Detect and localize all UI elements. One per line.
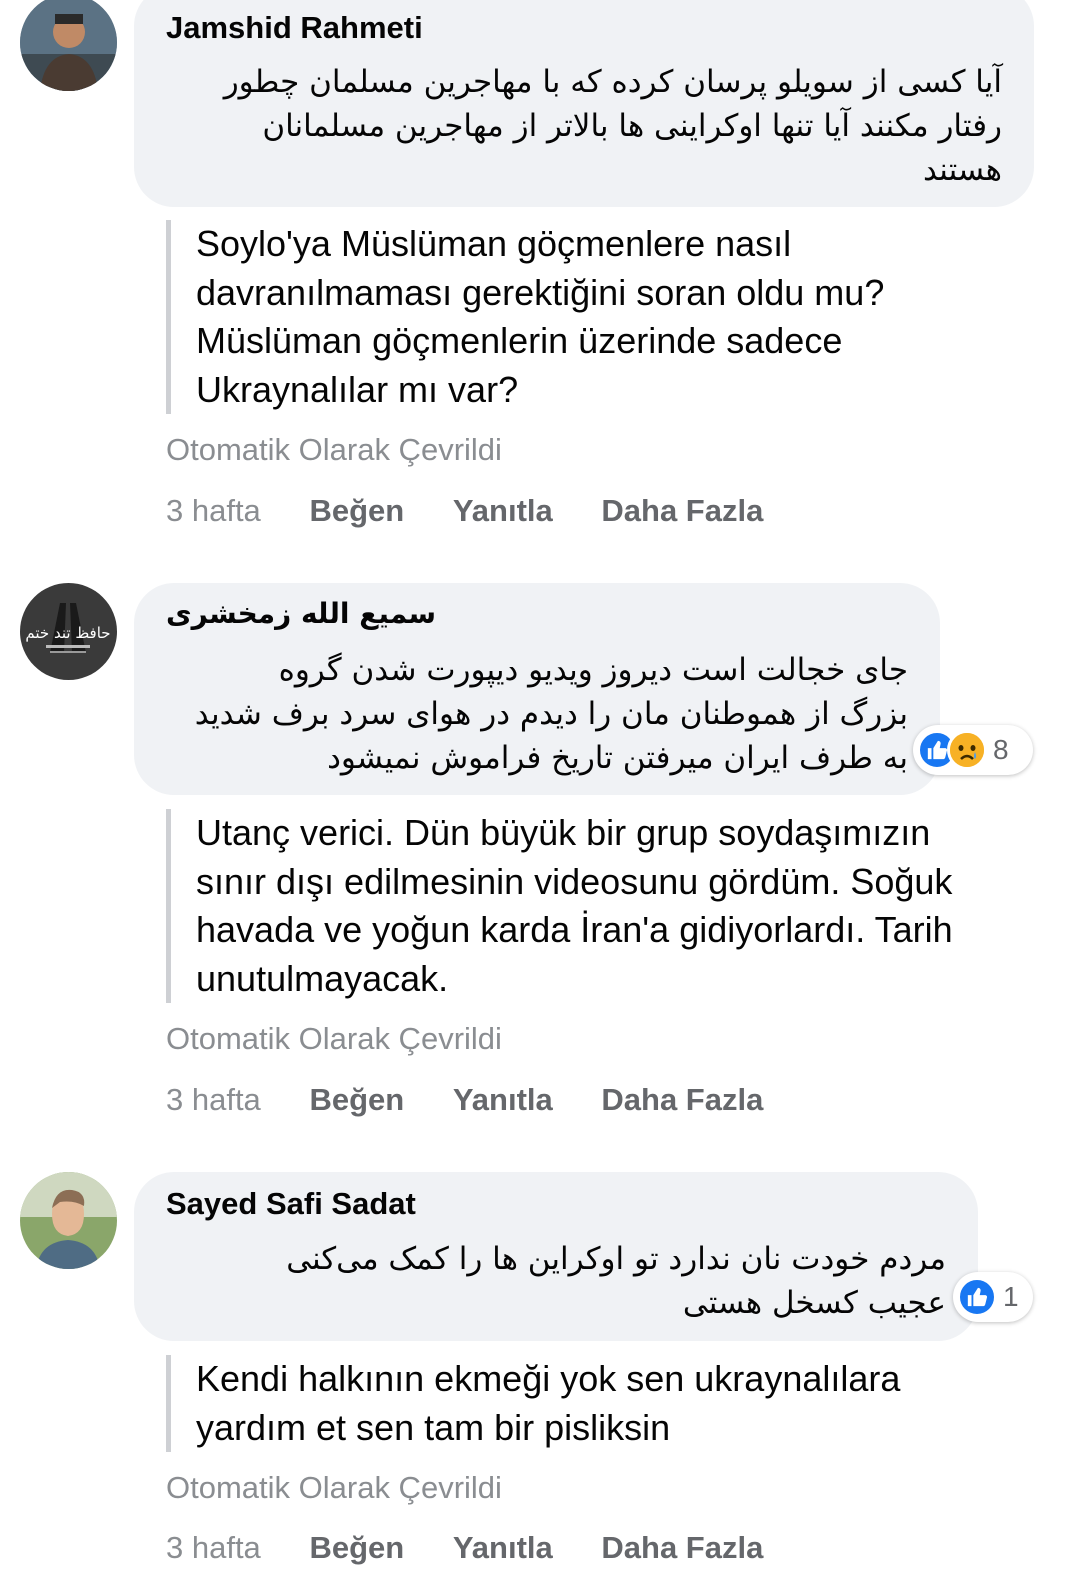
comment-actions: 3 hafta Beğen Yanıtla Daha Fazla	[166, 1082, 763, 1118]
like-button[interactable]: Beğen	[309, 493, 404, 529]
original-text: مردم خودت نان ندارد تو اوکراین ها را کمک…	[286, 1241, 946, 1321]
avatar[interactable]: حافظ تند ختم	[20, 583, 117, 680]
author-name[interactable]: Sayed Safi Sadat	[166, 1186, 416, 1222]
author-name[interactable]: Jamshid Rahmeti	[166, 10, 423, 46]
sad-icon	[947, 730, 987, 770]
comment-bubble: Jamshid Rahmeti آیا کسی از سویلو پرسان ک…	[134, 0, 1034, 207]
like-button[interactable]: Beğen	[309, 1082, 404, 1118]
comment-actions: 3 hafta Beğen Yanıtla Daha Fazla	[166, 493, 763, 529]
comment: Sayed Safi Sadat مردم خودت نان ندارد تو …	[0, 1172, 1078, 1596]
reply-button[interactable]: Yanıtla	[453, 493, 553, 529]
like-icon	[957, 1277, 997, 1317]
timestamp[interactable]: 3 hafta	[166, 1082, 261, 1118]
reply-button[interactable]: Yanıtla	[453, 1530, 553, 1566]
timestamp[interactable]: 3 hafta	[166, 493, 261, 529]
translation-text: Utanç verici. Dün büyük bir grup soydaşı…	[166, 809, 953, 1003]
auto-translated-label[interactable]: Otomatik Olarak Çevrildi	[166, 432, 502, 468]
avatar[interactable]	[20, 0, 117, 91]
timestamp[interactable]: 3 hafta	[166, 1530, 261, 1566]
comment: Jamshid Rahmeti آیا کسی از سویلو پرسان ک…	[0, 0, 1078, 560]
reply-button[interactable]: Yanıtla	[453, 1082, 553, 1118]
reaction-count: 1	[1003, 1281, 1019, 1312]
comment-bubble: سمیع الله زمخشری جای خجالت است دیروز وید…	[134, 583, 940, 795]
avatar[interactable]	[20, 1172, 117, 1269]
comment: حافظ تند ختم سمیع الله زمخشری جای خجالت …	[0, 583, 1078, 1143]
author-name[interactable]: سمیع الله زمخشری	[166, 597, 436, 630]
original-text: جای خجالت است دیروز ویدیو دیپورت شدن گرو…	[194, 652, 908, 776]
translation-text: Soylo'ya Müslüman göçmenlere nasıl davra…	[166, 220, 884, 414]
comment-bubble: Sayed Safi Sadat مردم خودت نان ندارد تو …	[134, 1172, 978, 1341]
more-button[interactable]: Daha Fazla	[601, 493, 763, 529]
reactions-summary[interactable]: 1	[953, 1272, 1033, 1322]
more-button[interactable]: Daha Fazla	[601, 1530, 763, 1566]
translation-text: Kendi halkının ekmeği yok sen ukraynalıl…	[166, 1355, 900, 1452]
reactions-summary[interactable]: 8	[913, 725, 1033, 775]
auto-translated-label[interactable]: Otomatik Olarak Çevrildi	[166, 1470, 502, 1506]
comment-actions: 3 hafta Beğen Yanıtla Daha Fazla	[166, 1530, 763, 1566]
original-text: آیا کسی از سویلو پرسان کرده که با مهاجری…	[223, 64, 1002, 188]
more-button[interactable]: Daha Fazla	[601, 1082, 763, 1118]
avatar-logo-text: حافظ تند ختم	[25, 624, 110, 642]
like-button[interactable]: Beğen	[309, 1530, 404, 1566]
reaction-count: 8	[993, 734, 1009, 765]
auto-translated-label[interactable]: Otomatik Olarak Çevrildi	[166, 1021, 502, 1057]
